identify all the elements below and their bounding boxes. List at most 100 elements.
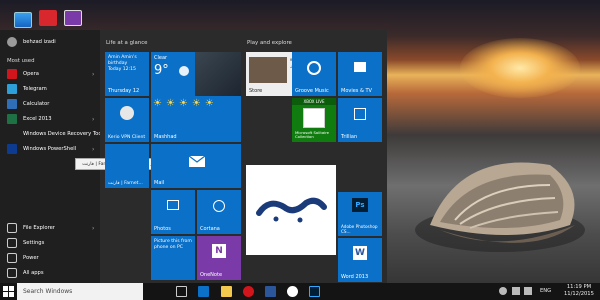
app-taskbar-icon[interactable]: [287, 286, 298, 297]
desktop-onenote-icon[interactable]: [64, 10, 82, 26]
photoshop-label: Adobe Photoshop CS...: [341, 224, 378, 234]
app-label: Opera: [23, 71, 39, 77]
network-icon[interactable]: [499, 287, 507, 295]
groove-icon: [307, 61, 321, 75]
chevron-right-icon[interactable]: ›: [92, 71, 100, 78]
nav-gear[interactable]: Settings: [0, 236, 100, 250]
user-account[interactable]: behzad izadi: [0, 35, 100, 49]
tile-kerio[interactable]: Kerio VPN Client: [105, 98, 149, 142]
task-view-icon[interactable]: [176, 286, 187, 297]
tile-solitaire[interactable]: XBOX LIVE Microsoft Solitaire Collection: [292, 98, 336, 142]
folder-icon: [7, 223, 17, 233]
seashell-image: [415, 162, 585, 252]
battery-icon[interactable]: [524, 287, 532, 295]
solitaire-label: Microsoft Solitaire Collection: [295, 129, 330, 140]
app-powershell[interactable]: Windows PowerShell ›: [0, 142, 100, 156]
app-opera[interactable]: Opera ›: [0, 67, 100, 81]
photos-label: Photos: [154, 226, 171, 232]
tile-word[interactable]: W Word 2013: [338, 238, 382, 282]
tile-mail[interactable]: Mail: [151, 144, 241, 188]
file-explorer-icon[interactable]: [221, 286, 232, 297]
clock-time: 11:19 PM: [566, 284, 592, 290]
app-telegram[interactable]: Telegram: [0, 82, 100, 96]
search-placeholder: Search Windows: [23, 288, 73, 295]
tile-phone-companion[interactable]: Picture this from phone on PC: [151, 236, 195, 280]
desktop-app-icon[interactable]: [39, 10, 57, 26]
cortana-label: Cortana: [200, 226, 220, 232]
user-name: behzad izadi: [23, 39, 56, 45]
nav-label: Power: [23, 255, 39, 261]
app-excel[interactable]: Excel 2013 ›: [0, 112, 100, 126]
sunset-glow: [460, 38, 580, 98]
edge-icon[interactable]: [198, 286, 209, 297]
movies-label: Movies & TV: [341, 88, 372, 94]
clock[interactable]: 11:19 PM 11/12/2015: [564, 284, 594, 298]
tile-photos[interactable]: Photos: [151, 190, 195, 234]
clock-date: 11/12/2015: [564, 291, 594, 297]
chevron-right-icon[interactable]: ›: [92, 225, 100, 232]
app-device-recovery[interactable]: Windows Device Recovery Tool: [0, 127, 100, 141]
photoshop-taskbar-icon[interactable]: [309, 286, 320, 297]
power-icon: [7, 253, 17, 263]
app-label: Windows PowerShell: [23, 146, 77, 152]
onenote-icon: N: [212, 244, 226, 258]
language-indicator[interactable]: ENG: [540, 288, 551, 294]
telegram-icon: [7, 84, 17, 94]
start-menu: behzad izadi Most used Opera › Telegram Cal…: [0, 30, 387, 283]
photoshop-icon: Ps: [352, 198, 368, 212]
tile-news-image[interactable]: [195, 52, 241, 96]
trillian-icon: [354, 108, 366, 120]
weather-condition: Clear: [154, 55, 168, 61]
group-play-heading: Play and explore: [247, 40, 292, 46]
start-button[interactable]: [3, 286, 14, 297]
tile-onenote[interactable]: N OneNote: [197, 236, 241, 280]
groove-label: Groove Music: [295, 88, 329, 94]
tile-trillian[interactable]: Trillian: [338, 98, 382, 142]
chevron-right-icon[interactable]: ›: [92, 146, 100, 153]
app-label: Windows Device Recovery Tool: [23, 131, 100, 137]
phone-companion-label: Picture this from phone on PC: [154, 239, 192, 250]
app-calculator[interactable]: Calculator: [0, 97, 100, 111]
calendar-date: Thursday 12: [108, 88, 140, 94]
tile-groove-music[interactable]: Groove Music: [292, 52, 336, 96]
weather-temperature: 9°: [154, 63, 169, 78]
trillian-label: Trillian: [341, 134, 358, 140]
most-used-heading: Most used: [7, 58, 35, 64]
opera-taskbar-icon[interactable]: [243, 286, 254, 297]
nav-list[interactable]: All apps: [0, 266, 100, 280]
store-thumbnail: [249, 57, 287, 83]
movies-icon: [354, 62, 366, 72]
avatar: [7, 37, 17, 47]
opera-icon: [7, 69, 17, 79]
app-label: Telegram: [23, 86, 47, 92]
chevron-right-icon[interactable]: ›: [92, 116, 100, 123]
tile-photoshop[interactable]: Ps Adobe Photoshop CS...: [338, 192, 382, 236]
pinned-site-label: فارنت | Farnet...: [108, 181, 143, 186]
word-icon: W: [353, 246, 367, 260]
store-label: Store: [249, 88, 263, 94]
word-label: Word 2013: [341, 274, 369, 280]
excel-icon: [7, 114, 17, 124]
gear-icon: [7, 238, 17, 248]
calendar-time: Today 12:15: [108, 67, 136, 72]
xbox-live-badge: XBOX LIVE: [292, 98, 336, 105]
volume-icon[interactable]: [512, 287, 520, 295]
photos-icon: [167, 200, 179, 210]
tile-pinned-site[interactable]: فارنت | Farnet...: [105, 144, 149, 188]
nav-power[interactable]: Power: [0, 251, 100, 265]
app-label: Excel 2013: [23, 116, 52, 122]
nav-label: All apps: [23, 270, 44, 276]
search-box[interactable]: Search Windows: [17, 283, 143, 300]
tile-farnet-logo[interactable]: [246, 165, 336, 255]
cards-icon: [303, 108, 325, 128]
forecast-icons: ☀☀☀☀☀: [153, 98, 218, 109]
word-taskbar-icon[interactable]: [265, 286, 276, 297]
tile-calendar[interactable]: Amin Amin's birthday Today 12:15 Thursda…: [105, 52, 149, 96]
desktop-monitor-icon[interactable]: [14, 12, 32, 28]
nav-folder[interactable]: File Explorer ›: [0, 221, 100, 235]
device-recovery-icon: [7, 129, 17, 139]
calculator-icon: [7, 99, 17, 109]
mail-icon: [189, 156, 205, 167]
tile-cortana[interactable]: Cortana: [197, 190, 241, 234]
tile-movies[interactable]: Movies & TV: [338, 52, 382, 96]
